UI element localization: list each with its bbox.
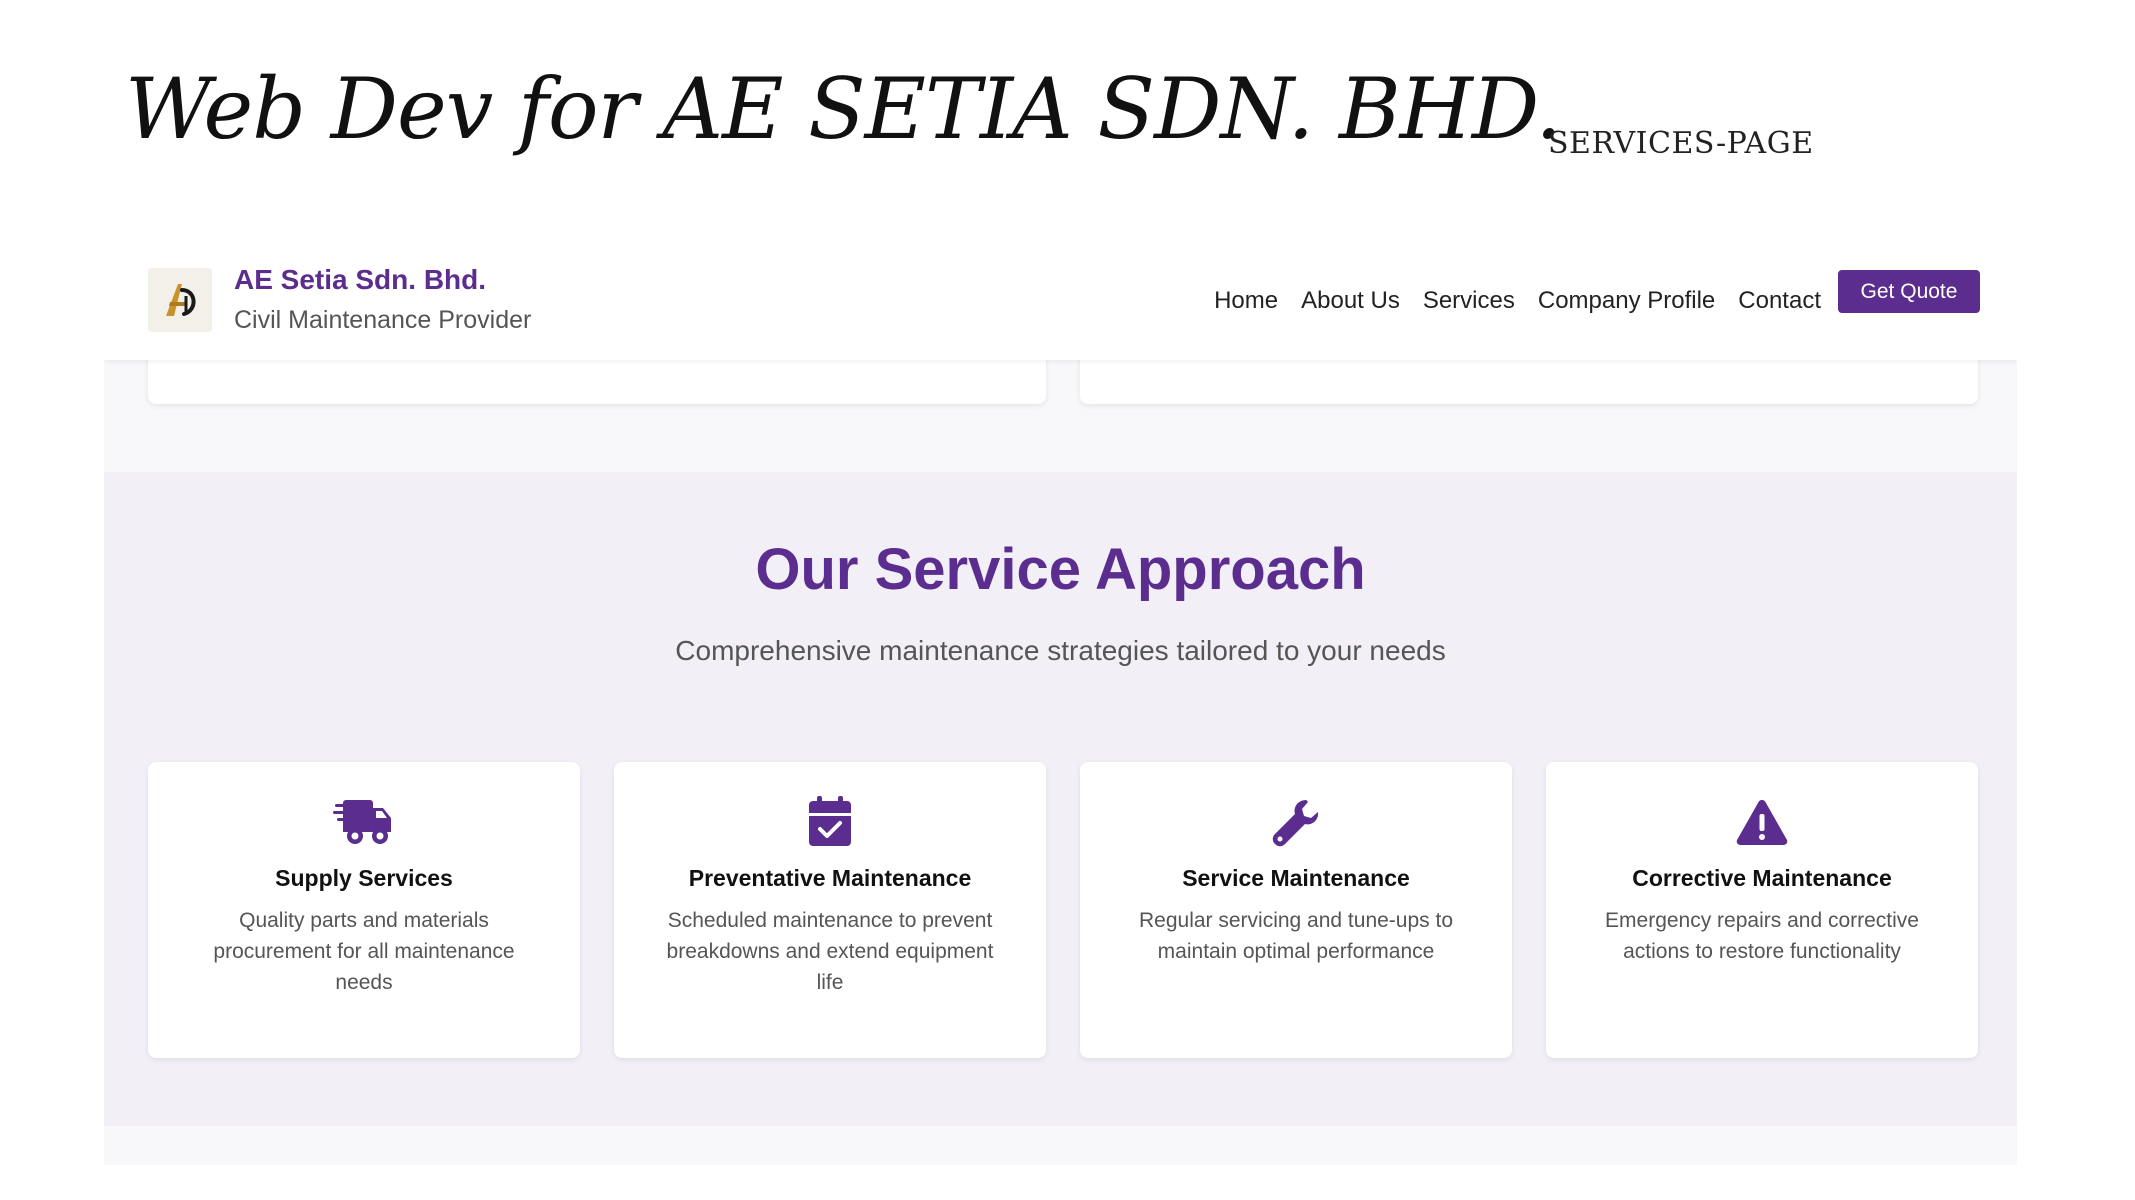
approach-card-corrective: Corrective Maintenance Emergency repairs… (1546, 762, 1978, 1058)
brand-tagline: Civil Maintenance Provider (234, 306, 532, 334)
card-title: Service Maintenance (1182, 865, 1410, 891)
card-description: Scheduled maintenance to prevent breakdo… (666, 909, 994, 994)
website-screenshot: AE Setia Sdn. Bhd. Civil Maintenance Pro… (104, 240, 2017, 1165)
slide-title: Web Dev for AE SETIA SDN. BHD. (125, 60, 1562, 158)
wrench-icon (1264, 794, 1328, 850)
service-approach-section: Our Service Approach Comprehensive maint… (104, 472, 2017, 1126)
card-title: Corrective Maintenance (1632, 865, 1892, 891)
logo-mark-icon (166, 284, 196, 316)
site-header: AE Setia Sdn. Bhd. Civil Maintenance Pro… (104, 240, 2017, 360)
nav-services[interactable]: Services (1423, 287, 1515, 315)
card-description: Quality parts and materials procurement … (213, 909, 515, 994)
brand-name[interactable]: AE Setia Sdn. Bhd. (234, 264, 486, 296)
next-section-edge (104, 1126, 2017, 1165)
calendar-check-icon (798, 794, 862, 850)
section-subtitle: Comprehensive maintenance strategies tai… (675, 635, 1446, 666)
card-title: Preventative Maintenance (688, 865, 972, 891)
truck-icon (332, 794, 396, 850)
approach-card-preventative: Preventative Maintenance Scheduled maint… (614, 762, 1046, 1058)
main-nav: Home About Us Services Company Profile C… (1191, 287, 1821, 315)
approach-card-supply: Supply Services Quality parts and materi… (148, 762, 580, 1058)
section-title: Our Service Approach (755, 537, 1366, 602)
approach-card-service: Service Maintenance Regular servicing an… (1080, 762, 1512, 1058)
warning-triangle-icon (1730, 794, 1794, 850)
nav-company-profile[interactable]: Company Profile (1538, 287, 1715, 315)
card-description: Regular servicing and tune-ups to mainta… (1138, 909, 1453, 963)
card-title: Supply Services (275, 865, 453, 891)
card-description: Emergency repairs and corrective actions… (1605, 909, 1919, 963)
slide-tag: SERVICES-PAGE (1548, 126, 1814, 161)
nav-home[interactable]: Home (1214, 287, 1278, 315)
nav-contact[interactable]: Contact (1738, 287, 1821, 315)
get-quote-button[interactable]: Get Quote (1838, 270, 1980, 313)
nav-about-us[interactable]: About Us (1301, 287, 1400, 315)
company-logo[interactable] (148, 268, 212, 332)
